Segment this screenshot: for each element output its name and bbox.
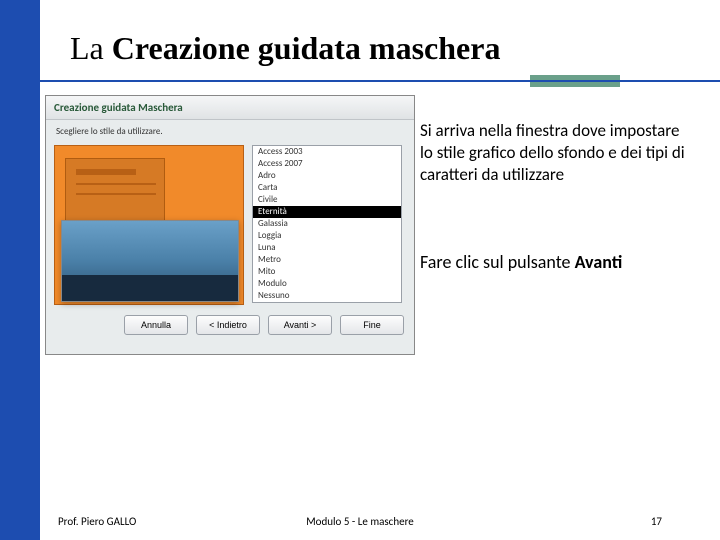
title-underline xyxy=(40,80,720,82)
list-item[interactable]: Modulo xyxy=(253,278,401,290)
list-item[interactable]: Loggia xyxy=(253,230,401,242)
list-item[interactable]: Carta xyxy=(253,182,401,194)
slide-title: La Creazione guidata maschera xyxy=(70,30,500,67)
explain-paragraph-2: Fare clic sul pulsante Avanti xyxy=(420,250,700,274)
explain-paragraph-1: Si arriva nella finestra dove impostare … xyxy=(420,120,690,186)
list-item[interactable]: Metro xyxy=(253,254,401,266)
back-button[interactable]: < Indietro xyxy=(196,315,260,335)
preview-card xyxy=(65,158,165,228)
list-item[interactable]: Mito xyxy=(253,266,401,278)
preview-label-pair: Etichetta Dati xyxy=(78,280,146,295)
title-main: Creazione guidata maschera xyxy=(112,30,501,66)
footer-page-number: 17 xyxy=(651,515,662,528)
list-item-selected[interactable]: Eternità xyxy=(253,206,401,218)
preview-line xyxy=(76,193,156,195)
preview-overlay: Etichetta Dati xyxy=(61,220,239,302)
list-item[interactable]: Nord-ovest xyxy=(253,302,401,303)
cancel-button[interactable]: Annulla xyxy=(124,315,188,335)
style-preview-pane: Etichetta Dati xyxy=(54,145,244,305)
explain-p2-text: Fare clic sul pulsante xyxy=(420,251,575,273)
footer-module: Modulo 5 - Le maschere xyxy=(306,515,414,528)
preview-bar xyxy=(76,169,136,175)
wizard-body: Etichetta Dati Access 2003 Access 2007 A… xyxy=(46,141,414,305)
wizard-title: Creazione guidata Maschera xyxy=(46,96,414,120)
list-item[interactable]: Access 2003 xyxy=(253,146,401,158)
wizard-dialog: Creazione guidata Maschera Scegliere lo … xyxy=(45,95,415,355)
style-list[interactable]: Access 2003 Access 2007 Adro Carta Civil… xyxy=(252,145,402,303)
list-item[interactable]: Luna xyxy=(253,242,401,254)
finish-button[interactable]: Fine xyxy=(340,315,404,335)
slide-footer: Prof. Piero GALLO Modulo 5 - Le maschere… xyxy=(0,515,720,528)
explain-p2-bold: Avanti xyxy=(575,251,623,273)
preview-etichetta: Etichetta xyxy=(78,280,125,295)
list-item[interactable]: Nessuno xyxy=(253,290,401,302)
next-button[interactable]: Avanti > xyxy=(268,315,332,335)
slide-left-bar xyxy=(0,0,40,540)
preview-dati: Dati xyxy=(131,280,146,295)
list-item[interactable]: Galassia xyxy=(253,218,401,230)
list-item[interactable]: Adro xyxy=(253,170,401,182)
preview-line xyxy=(76,183,156,185)
title-prefix: La xyxy=(70,30,112,66)
footer-author: Prof. Piero GALLO xyxy=(58,515,136,528)
list-item[interactable]: Access 2007 xyxy=(253,158,401,170)
wizard-button-row: Annulla < Indietro Avanti > Fine xyxy=(46,305,414,341)
wizard-subtitle: Scegliere lo stile da utilizzare. xyxy=(46,120,414,141)
list-item[interactable]: Civile xyxy=(253,194,401,206)
